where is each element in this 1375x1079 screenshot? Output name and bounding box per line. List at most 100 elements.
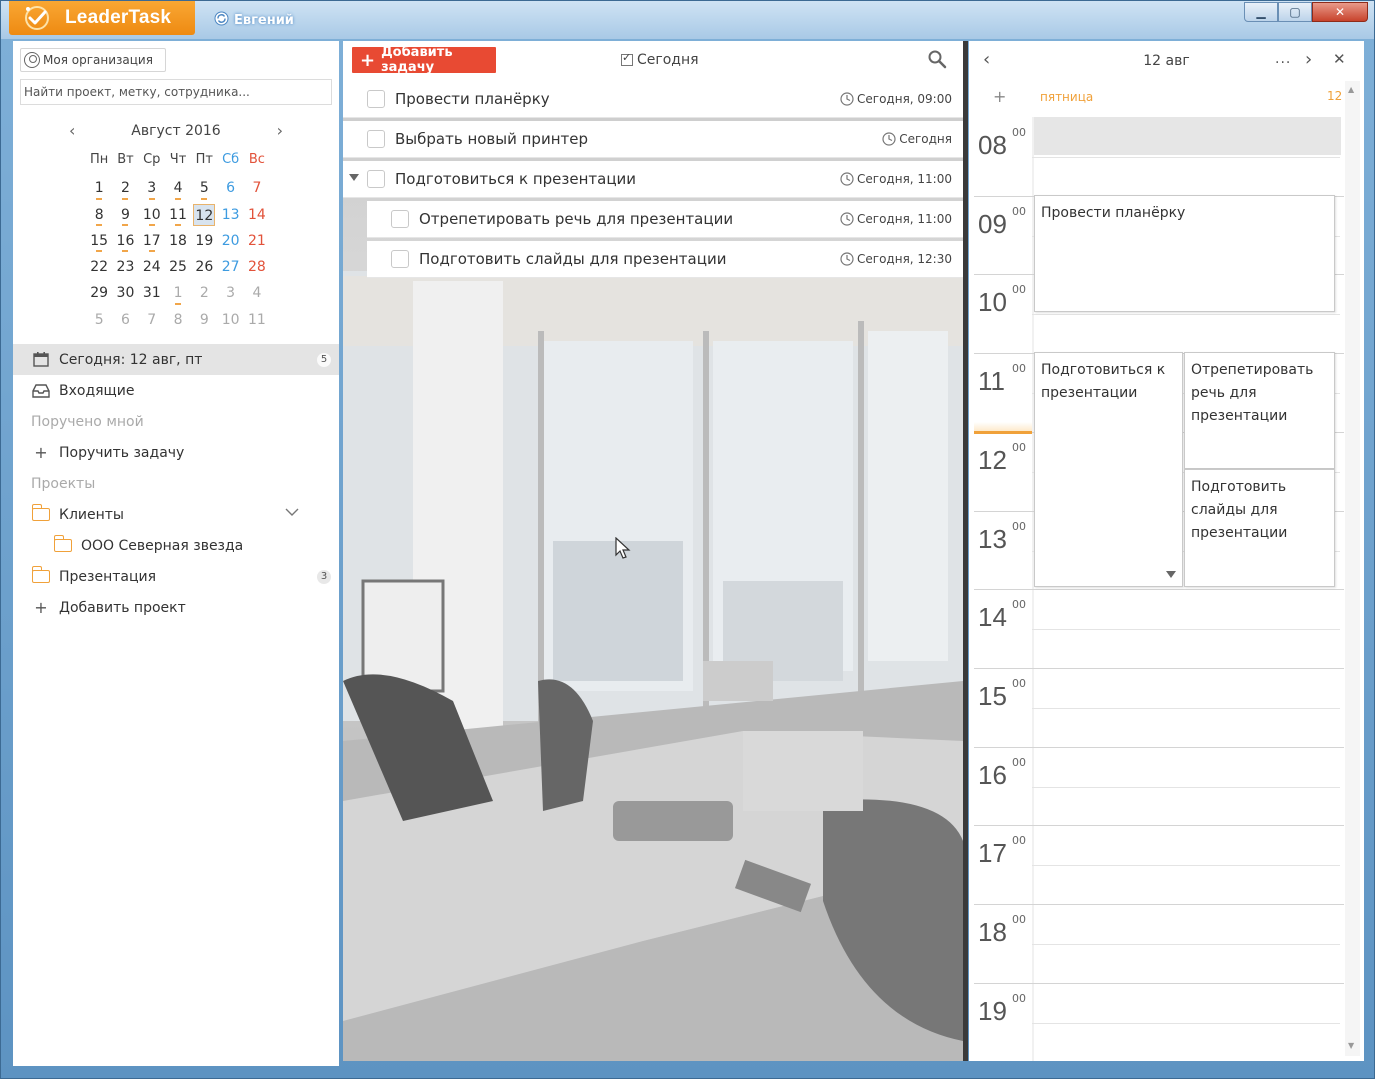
calendar-event[interactable]: Подготовиться к презентации (1034, 352, 1183, 587)
hour-row[interactable]: 08 00 (974, 117, 1344, 196)
scroll-up-icon[interactable]: ▲ (1348, 85, 1354, 94)
next-day-icon[interactable]: › (1305, 49, 1312, 70)
close-window-button[interactable]: ✕ (1312, 2, 1368, 22)
calendar-event[interactable]: Провести планёрку (1034, 195, 1335, 312)
calendar-day[interactable]: 22 (86, 254, 112, 280)
more-options-icon[interactable]: ... (1275, 51, 1291, 67)
chevron-down-icon[interactable] (285, 506, 299, 520)
task-row[interactable]: Провести планёрку Сегодня, 09:00 (343, 81, 963, 118)
calendar-day[interactable]: 5 (191, 175, 217, 201)
task-checkbox[interactable] (367, 130, 385, 148)
calendar-day[interactable]: 9 (191, 307, 217, 333)
calendar-day[interactable]: 1 (86, 175, 112, 201)
maximize-button[interactable]: ▢ (1278, 2, 1312, 22)
clock-icon (882, 132, 896, 146)
day-scrollbar[interactable]: ▲ ▼ (1345, 81, 1360, 1056)
section-label: Поручено мной (31, 413, 144, 430)
calendar-day[interactable]: 25 (165, 254, 191, 280)
calendar-day[interactable]: 17 (139, 228, 165, 254)
hour-row[interactable]: 14 00 (974, 589, 1344, 668)
calendar-day[interactable]: 28 (244, 254, 270, 280)
search-icon[interactable] (927, 49, 949, 71)
task-row[interactable]: Выбрать новый принтер Сегодня (343, 121, 963, 158)
calendar-day[interactable]: 30 (112, 280, 138, 306)
calendar-day[interactable]: 6 (217, 175, 243, 201)
section-assigned-by-me[interactable]: Поручено мной (13, 406, 339, 437)
sidebar-item-add-project[interactable]: + Добавить проект (13, 592, 339, 623)
calendar-day[interactable]: 16 (112, 228, 138, 254)
sidebar-item-label: ООО Северная звезда (81, 537, 244, 554)
calendar-day[interactable]: 2 (112, 175, 138, 201)
calendar-day[interactable]: 18 (165, 228, 191, 254)
calendar-day[interactable]: 3 (217, 280, 243, 306)
calendar-day[interactable]: 31 (139, 280, 165, 306)
calendar-day[interactable]: 20 (217, 228, 243, 254)
calendar-day[interactable]: 7 (139, 307, 165, 333)
calendar-day[interactable]: 10 (139, 202, 165, 228)
minimize-button[interactable]: ▁ (1244, 2, 1278, 22)
hour-row[interactable]: 15 00 (974, 667, 1344, 747)
subtask-row[interactable]: Отрепетировать речь для презентации Сего… (367, 201, 963, 238)
calendar-day[interactable]: 11 (244, 307, 270, 333)
calendar-event[interactable]: Отрепетировать речь для презентации (1184, 352, 1335, 469)
day-number-label: 12 (1327, 89, 1343, 103)
hour-row[interactable]: 16 00 (974, 746, 1344, 826)
sidebar-search-input[interactable] (20, 79, 332, 105)
task-row-parent[interactable]: Подготовиться к презентации Сегодня, 11:… (343, 161, 963, 198)
calendar-day[interactable]: 4 (244, 280, 270, 306)
task-checkbox[interactable] (367, 170, 385, 188)
calendar-day[interactable]: 7 (244, 175, 270, 201)
pane-splitter[interactable] (963, 41, 968, 1061)
calendar-day[interactable]: 15 (86, 228, 112, 254)
calendar-day[interactable]: 6 (112, 307, 138, 333)
calendar-day[interactable]: 8 (165, 307, 191, 333)
calendar-day[interactable]: 2 (191, 280, 217, 306)
task-checkbox[interactable] (367, 90, 385, 108)
calendar-day[interactable]: 11 (165, 202, 191, 228)
sidebar-item-assign-task[interactable]: + Поручить задачу (13, 437, 339, 468)
brand-logo[interactable]: LeaderTask (9, 1, 195, 35)
subtask-row[interactable]: Подготовить слайды для презентации Сегод… (367, 241, 963, 278)
next-month-icon[interactable]: › (277, 121, 283, 140)
calendar-day[interactable]: 21 (244, 228, 270, 254)
sidebar-item-inbox[interactable]: Входящие (13, 375, 339, 406)
calendar-day[interactable]: 27 (217, 254, 243, 280)
scroll-down-icon[interactable]: ▼ (1348, 1041, 1354, 1050)
calendar-day[interactable]: 9 (112, 202, 138, 228)
calendar-event[interactable]: Подготовить слайды для презентации (1184, 469, 1335, 587)
checkbox-icon (621, 51, 633, 66)
section-projects[interactable]: Проекты (13, 468, 339, 499)
hour-row[interactable]: 17 00 (974, 825, 1344, 904)
sidebar-item-presentation[interactable]: Презентация 3 (13, 561, 339, 592)
calendar-day[interactable]: 29 (86, 280, 112, 306)
calendar-day[interactable]: 23 (112, 254, 138, 280)
add-task-button[interactable]: + Добавить задачу (352, 45, 496, 75)
calendar-day-selected[interactable]: 12 (193, 203, 216, 226)
sidebar-item-severnaya-zvezda[interactable]: ООО Северная звезда (13, 530, 339, 561)
expand-triangle-icon[interactable] (349, 174, 359, 181)
calendar-day[interactable]: 14 (244, 202, 270, 228)
calendar-day[interactable]: 1 (165, 280, 191, 306)
calendar-day[interactable]: 10 (217, 307, 243, 333)
clock-icon (840, 212, 854, 226)
calendar-day[interactable]: 4 (165, 175, 191, 201)
hour-row[interactable]: 18 00 (974, 904, 1344, 983)
calendar-day[interactable]: 24 (139, 254, 165, 280)
task-checkbox[interactable] (391, 210, 409, 228)
calendar-day[interactable]: 13 (217, 202, 243, 228)
user-account[interactable]: Евгений (214, 9, 294, 31)
calendar-day[interactable]: 8 (86, 202, 112, 228)
calendar-day[interactable]: 26 (191, 254, 217, 280)
task-checkbox[interactable] (391, 250, 409, 268)
close-icon[interactable]: ✕ (1333, 50, 1346, 68)
calendar-day[interactable]: 19 (191, 228, 217, 254)
calendar-day[interactable]: 5 (86, 307, 112, 333)
hour-row[interactable]: 19 00 (974, 982, 1344, 1061)
sidebar-item-today[interactable]: Сегодня: 12 авг, пт 5 (13, 344, 339, 375)
calendar-day[interactable]: 3 (139, 175, 165, 201)
sidebar-item-clients[interactable]: Клиенты (13, 499, 339, 530)
my-organization-button[interactable]: Моя организация (20, 48, 166, 72)
add-event-icon[interactable]: + (993, 87, 1006, 106)
today-filter[interactable]: Сегодня (621, 51, 699, 68)
dropdown-triangle-icon[interactable] (1166, 571, 1176, 578)
